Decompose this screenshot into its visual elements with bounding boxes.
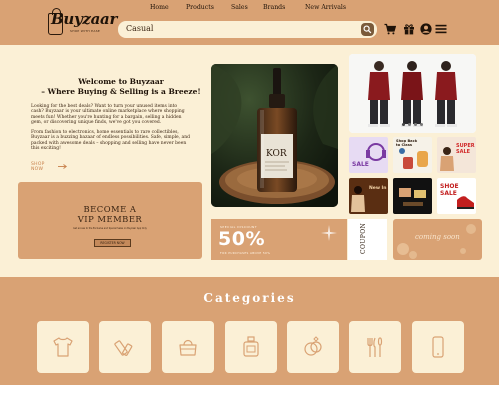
welcome-title: Welcome to Buyzaar – Where Buying & Sell… xyxy=(26,77,216,97)
account-button[interactable] xyxy=(420,23,432,35)
shop-now-link[interactable]: SHOP NOW xyxy=(31,162,55,173)
product-photo[interactable]: KOR xyxy=(211,64,338,207)
header: Buyzaar SHOP WITH EASE Home Products Sal… xyxy=(0,0,499,45)
fashion-carousel[interactable] xyxy=(349,54,476,133)
user-circle-icon xyxy=(420,23,432,35)
category-fragrance[interactable] xyxy=(225,321,277,373)
makeup-icon xyxy=(114,340,133,356)
promo-tile-label: New In xyxy=(369,186,387,191)
promo-tile-gadgets[interactable] xyxy=(393,178,432,214)
ring-icon xyxy=(304,336,322,356)
hamburger-menu-icon xyxy=(435,24,447,34)
promo-tile-label: SUPER SALE xyxy=(456,143,475,155)
handbag-icon xyxy=(179,339,197,356)
serum-bottle-image: KOR xyxy=(211,64,338,207)
category-jewelry[interactable] xyxy=(287,321,339,373)
coupon-tile[interactable]: COUPON xyxy=(348,219,387,260)
discount-banner[interactable]: SPECIAL DISCOUNT 50% FOR PURCHASES ABOVE… xyxy=(211,219,347,260)
category-electronics[interactable] xyxy=(412,321,464,373)
register-now-button[interactable]: REGISTER NOW xyxy=(94,239,131,247)
coming-soon-banner: coming soon xyxy=(393,219,482,260)
tshirt-icon xyxy=(53,337,73,357)
smartphone-icon xyxy=(432,336,444,358)
promo-tile-label: SHOE SALE xyxy=(440,183,459,197)
electronics-image xyxy=(399,188,426,206)
vip-banner: BECOME A VIP MEMBER Get access to the Ex… xyxy=(18,182,202,259)
sparkle-icon xyxy=(321,225,337,241)
promo-tile-back-to-class[interactable]: Shop Back to Class xyxy=(393,137,432,173)
gift-icon xyxy=(404,24,414,35)
intro-paragraph: Looking for the best deals? Want to turn… xyxy=(31,104,185,126)
discount-footnote: FOR PURCHASES ABOVE 50% xyxy=(220,251,271,255)
promo-tile-super-sale[interactable]: SUPER SALE xyxy=(437,137,476,173)
cart-button[interactable] xyxy=(384,23,396,35)
category-bags[interactable] xyxy=(162,321,214,373)
promo-tile-label: Shop Back to Class xyxy=(396,139,418,147)
promo-tile-label: SALE xyxy=(352,161,369,168)
category-beauty[interactable] xyxy=(99,321,151,373)
promo-tile-new-in[interactable]: New In xyxy=(349,178,388,214)
cutlery-icon xyxy=(367,337,383,357)
menu-button[interactable] xyxy=(435,23,447,35)
coming-soon-text: coming soon xyxy=(415,233,460,241)
nav-new-arrivals[interactable]: New Arrivals xyxy=(305,4,346,14)
perfume-bottle-icon xyxy=(243,336,259,357)
search-button[interactable] xyxy=(361,23,374,36)
nav-brands[interactable]: Brands xyxy=(263,4,285,14)
discount-value: 50% xyxy=(218,228,265,250)
model-image xyxy=(351,186,365,212)
search-icon xyxy=(363,25,372,34)
fashion-models-image xyxy=(349,54,476,133)
nav-home[interactable]: Home xyxy=(150,4,169,14)
gift-button[interactable] xyxy=(403,23,415,35)
search-input[interactable]: Casual xyxy=(118,21,377,38)
welcome-title-line: Welcome to Buyzaar – Where Buying & Sell… xyxy=(41,77,201,96)
intro-paragraph-2: From fashion to electronics, home essent… xyxy=(31,130,191,152)
nav-products[interactable]: Products xyxy=(186,4,214,14)
cart-icon xyxy=(384,23,396,35)
product-label: KOR xyxy=(266,149,287,159)
search-value: Casual xyxy=(126,24,154,33)
promo-tile-shoe-sale[interactable]: SHOE SALE xyxy=(437,178,476,214)
category-clothing[interactable] xyxy=(37,321,89,373)
brand-tagline: SHOP WITH EASE xyxy=(70,29,101,33)
arrow-right-icon[interactable] xyxy=(58,164,67,169)
categories-title: Categories xyxy=(203,291,296,305)
brand-name: Buyzaar xyxy=(51,10,118,28)
nav-sales[interactable]: Sales xyxy=(231,4,248,14)
vip-description: Get access to the Exclusive and Special … xyxy=(73,227,147,230)
vip-title: BECOME A VIP MEMBER xyxy=(77,204,143,224)
brand-logo[interactable]: Buyzaar SHOP WITH EASE xyxy=(44,4,117,40)
category-kitchen[interactable] xyxy=(349,321,401,373)
coupon-text: COUPON xyxy=(360,222,367,254)
promo-tile-sale[interactable]: SALE xyxy=(349,137,388,173)
